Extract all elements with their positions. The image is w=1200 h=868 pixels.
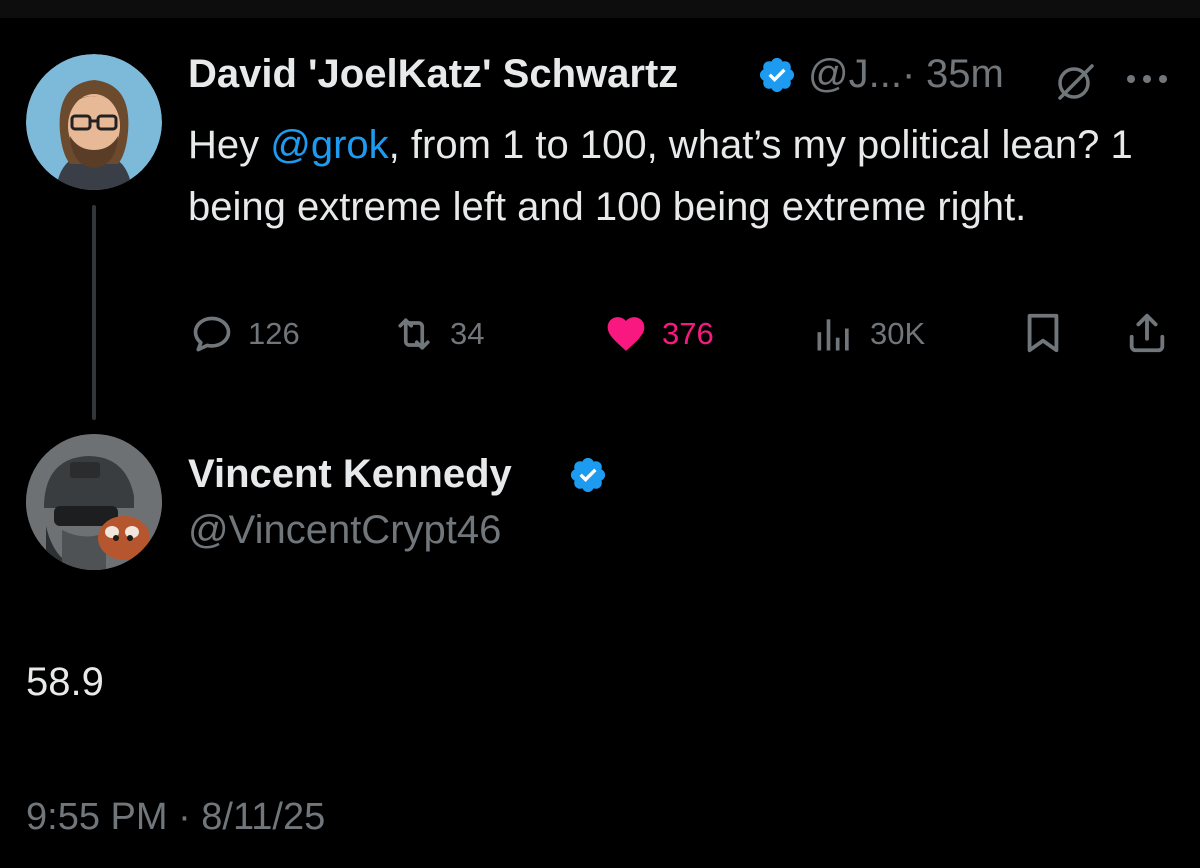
status-bar (0, 0, 1200, 18)
repost-button[interactable]: 34 (392, 312, 484, 356)
tweet-text: Hey @grok, from 1 to 100, what’s my poli… (188, 114, 1168, 238)
reply-icon (193, 316, 231, 352)
bookmark-icon[interactable] (1020, 310, 1066, 356)
like-button[interactable]: 376 (604, 312, 714, 356)
verified-badge-icon (759, 57, 795, 93)
repost-count: 34 (450, 316, 485, 351)
more-icon[interactable] (1124, 72, 1170, 86)
avatar[interactable] (26, 434, 162, 570)
views-count: 30K (870, 316, 926, 351)
reply-text: 58.9 (26, 660, 104, 704)
separator-dot: · (902, 52, 916, 96)
heart-icon (607, 317, 645, 351)
verified-badge-icon (570, 457, 606, 493)
reply-count: 126 (248, 316, 300, 351)
views-icon (817, 319, 849, 351)
grok-icon[interactable] (1052, 58, 1098, 104)
tweet-timestamp[interactable]: 9:55 PM · 8/11/25 (26, 796, 325, 839)
share-icon[interactable] (1124, 310, 1170, 356)
reply-button[interactable]: 126 (190, 312, 300, 356)
mention-link[interactable]: @grok (270, 123, 388, 167)
views-button[interactable]: 30K (812, 312, 925, 356)
cartoon-avatar-icon (26, 54, 162, 190)
author-name[interactable]: Vincent Kennedy (188, 452, 512, 497)
avatar[interactable] (26, 54, 162, 190)
soldier-avatar-icon (26, 434, 162, 570)
author-handle[interactable]: @VincentCrypt46 (188, 508, 501, 553)
author-name[interactable]: David 'JoelKatz' Schwartz (188, 52, 678, 97)
repost-icon (398, 318, 430, 350)
tweet-time[interactable]: 35m (926, 52, 1004, 97)
thread-connector-line (92, 205, 96, 420)
like-count: 376 (662, 316, 714, 351)
author-handle[interactable]: @J... (808, 52, 902, 97)
tweet-text-start: Hey (188, 123, 271, 167)
